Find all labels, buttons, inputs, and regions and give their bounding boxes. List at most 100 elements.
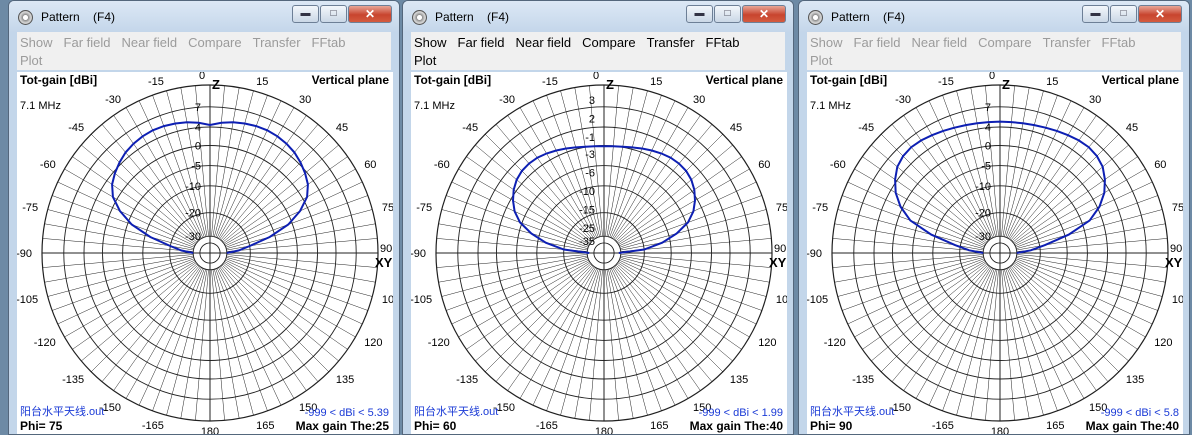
z-axis-label: Z [212, 77, 220, 92]
plane-label: Vertical plane [705, 73, 783, 87]
spoke [903, 115, 991, 240]
close-icon: ✕ [1154, 7, 1166, 21]
angle-label: -105 [17, 294, 38, 306]
minimize-button[interactable]: ▬ [292, 5, 319, 23]
polar-plot-area[interactable]: 0153045607590105120135150165180-165-150-… [807, 72, 1183, 434]
spoke [1005, 95, 1058, 238]
angle-label: -30 [499, 94, 515, 106]
pattern-window-1[interactable]: Pattern (F4) ▬ □ ✕ Show Far field Near fie… [8, 0, 400, 435]
menu-item-transfer[interactable]: Transfer [1043, 35, 1091, 50]
menu-item-far-field[interactable]: Far field [64, 35, 111, 50]
angle-label: 90 [1170, 243, 1182, 255]
title-bar[interactable]: Pattern (F4) ▬ □ ✕ [403, 1, 793, 32]
menu-item-compare[interactable]: Compare [188, 35, 241, 50]
app-icon [18, 10, 33, 25]
close-icon: ✕ [364, 7, 376, 21]
z-axis-label: Z [606, 77, 614, 92]
spoke [615, 134, 723, 242]
close-button[interactable]: ✕ [742, 5, 786, 23]
menu-item-far-field[interactable]: Far field [854, 35, 901, 50]
menu-item-show[interactable]: Show [20, 35, 53, 50]
minimize-icon: ▬ [694, 8, 705, 19]
spoke [546, 268, 599, 411]
menu-item-plot[interactable]: Plot [414, 53, 436, 68]
menu-item-compare[interactable]: Compare [978, 35, 1031, 50]
frequency-label: 7.1 MHz [810, 100, 851, 112]
angle-label: 30 [299, 94, 311, 106]
spoke [438, 223, 588, 251]
gain-label: Tot-gain [dBi] [414, 73, 492, 87]
minimize-button[interactable]: ▬ [1082, 5, 1109, 23]
angle-label: 105 [1172, 294, 1183, 306]
menu-item-plot[interactable]: Plot [810, 53, 832, 68]
menu-item-transfer[interactable]: Transfer [647, 35, 695, 50]
menu-item-near-field[interactable]: Near field [516, 35, 572, 50]
file-name: 阳台水平天线.out [810, 406, 895, 418]
angle-label: 90 [380, 243, 392, 255]
spoke [214, 269, 254, 416]
polar-plot-area[interactable]: 0153045607590105120135150165180-165-150-… [411, 72, 787, 434]
spoke [619, 195, 762, 248]
maximize-button[interactable]: □ [1110, 5, 1137, 23]
polar-plot-area[interactable]: 0153045607590105120135150165180-165-150-… [17, 72, 393, 434]
spoke [881, 134, 989, 242]
radial-gain-label: -30 [185, 231, 201, 243]
pattern-window-3[interactable]: Pattern (F4) ▬ □ ✕ Show Far field Near fie… [798, 0, 1190, 435]
menu-item-compare[interactable]: Compare [582, 35, 635, 50]
angle-label: 45 [1126, 122, 1138, 134]
menu-item-show[interactable]: Show [414, 35, 447, 50]
spoke [57, 259, 195, 325]
angle-label: 15 [650, 76, 662, 88]
spoke [91, 264, 199, 372]
spoke [215, 268, 268, 411]
gain-label: Tot-gain [dBi] [20, 73, 98, 87]
angle-label: -105 [807, 294, 828, 306]
maximize-button[interactable]: □ [714, 5, 741, 23]
close-button[interactable]: ✕ [1138, 5, 1182, 23]
angle-label: -120 [428, 337, 450, 349]
maximize-button[interactable]: □ [320, 5, 347, 23]
menu-item-fftab[interactable]: FFtab [1102, 35, 1136, 50]
gain-range: -999 < dBi < 1.99 [698, 407, 783, 419]
pattern-window-2[interactable]: Pattern (F4) ▬ □ ✕ Show Far field Near fie… [402, 0, 794, 435]
plane-label: Vertical plane [1101, 73, 1179, 87]
spoke [441, 209, 588, 249]
title-bar[interactable]: Pattern (F4) ▬ □ ✕ [9, 1, 399, 32]
spoke [180, 269, 208, 419]
spoke [881, 264, 989, 372]
spoke [1005, 268, 1058, 411]
title-bar[interactable]: Pattern (F4) ▬ □ ✕ [799, 1, 1189, 32]
spoke [610, 100, 676, 238]
minimize-button[interactable]: ▬ [686, 5, 713, 23]
angle-label: 120 [1154, 337, 1172, 349]
spoke [1011, 134, 1119, 242]
menu-item-fftab[interactable]: FFtab [706, 35, 740, 50]
menu-item-near-field[interactable]: Near field [912, 35, 968, 50]
spoke [485, 134, 593, 242]
spoke [574, 269, 602, 419]
menu-item-show[interactable]: Show [810, 35, 843, 50]
file-name: 阳台水平天线.out [20, 406, 105, 418]
angle-label: 105 [382, 294, 393, 306]
spoke [44, 255, 194, 283]
spoke [617, 262, 742, 350]
spoke [451, 259, 589, 325]
menu-item-transfer[interactable]: Transfer [253, 35, 301, 50]
spoke [214, 90, 254, 237]
angle-label: -75 [812, 202, 828, 214]
spoke [72, 262, 197, 350]
angle-label: 135 [730, 374, 748, 386]
spoke [507, 266, 595, 391]
close-button[interactable]: ✕ [348, 5, 392, 23]
menu-item-fftab[interactable]: FFtab [312, 35, 346, 50]
menu-item-near-field[interactable]: Near field [122, 35, 178, 50]
angle-label: 165 [1046, 420, 1064, 432]
menu-row: Show Far field Near field Compare Transfer FF… [810, 35, 1147, 53]
spoke [441, 257, 588, 297]
maximize-icon: □ [330, 8, 337, 19]
menu-item-far-field[interactable]: Far field [458, 35, 505, 50]
angle-label: 15 [1046, 76, 1058, 88]
menu-item-plot[interactable]: Plot [20, 53, 42, 68]
angle-label: -15 [148, 76, 164, 88]
angle-label: 180 [595, 426, 613, 434]
